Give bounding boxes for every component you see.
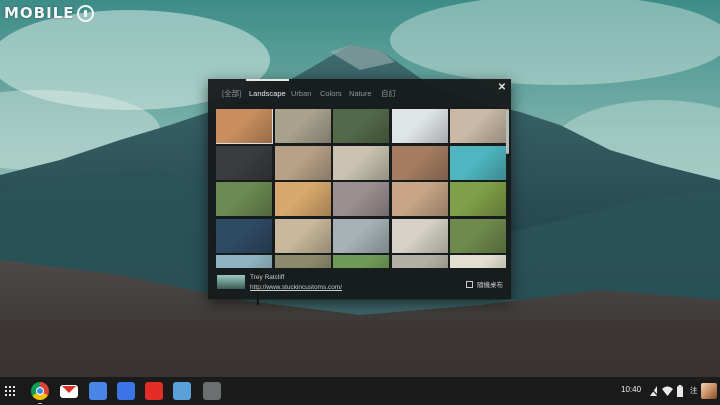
- random-wallpaper-checkbox[interactable]: [466, 281, 473, 288]
- wallpaper-thumbnail[interactable]: [391, 182, 448, 216]
- wallpaper-picker-dialog: [全部] Landscape Urban Colors Nature 自訂 ✕ …: [208, 79, 511, 299]
- tab-all[interactable]: [全部]: [222, 79, 241, 109]
- wallpaper-thumbnail[interactable]: [333, 109, 389, 143]
- docs-app-icon[interactable]: [117, 382, 135, 400]
- watermark-text: MOBILE: [4, 4, 75, 22]
- tab-colors[interactable]: Colors: [320, 79, 342, 109]
- wallpaper-thumbnail[interactable]: [391, 255, 448, 268]
- wallpaper-thumbnail[interactable]: [333, 182, 389, 216]
- wallpaper-thumbnail[interactable]: [450, 145, 506, 180]
- current-wallpaper-thumbnail: [217, 275, 245, 289]
- wallpaper-thumbnail-grid: [216, 109, 506, 268]
- close-icon[interactable]: ✕: [497, 82, 507, 94]
- wallpaper-thumbnail[interactable]: [216, 255, 272, 268]
- chrome-app-icon[interactable]: [31, 382, 49, 404]
- wallpaper-thumbnail[interactable]: [274, 182, 331, 216]
- wallpaper-thumbnail[interactable]: [391, 145, 448, 180]
- random-wallpaper-label: 隨機桌布: [477, 282, 503, 289]
- thumbnail-scrollbar[interactable]: [506, 109, 510, 269]
- wallpaper-thumbnail[interactable]: [333, 218, 389, 253]
- wifi-icon[interactable]: [662, 385, 673, 397]
- mobile01-logo-icon: [76, 4, 94, 22]
- wallpaper-thumbnail[interactable]: [391, 218, 448, 253]
- battery-icon[interactable]: [677, 385, 683, 397]
- wallpaper-thumbnail[interactable]: [274, 255, 331, 268]
- tab-nature[interactable]: Nature: [349, 79, 372, 109]
- wallpaper-thumbnail[interactable]: [450, 218, 506, 253]
- tab-landscape[interactable]: Landscape: [246, 79, 289, 109]
- gmail-app-icon[interactable]: [60, 385, 78, 398]
- wallpaper-thumbnail[interactable]: [274, 109, 331, 143]
- status-tray[interactable]: 10:40 注: [616, 377, 720, 405]
- wallpaper-thumbnail[interactable]: [391, 109, 448, 143]
- settings-app-icon[interactable]: [203, 382, 221, 400]
- wallpaper-thumbnail[interactable]: [274, 218, 331, 253]
- author-name: Trey Ratcliff: [250, 274, 285, 281]
- wallpaper-thumbnail[interactable]: [274, 145, 331, 180]
- google-search-app-icon[interactable]: [89, 382, 107, 400]
- wallpaper-thumbnail[interactable]: [333, 145, 389, 180]
- wallpaper-thumbnail[interactable]: [450, 182, 506, 216]
- tab-custom[interactable]: 自訂: [381, 79, 396, 109]
- wallpaper-credit-footer: Trey Ratcliff http://www.stuckincustoms.…: [208, 269, 511, 299]
- shelf-taskbar: [0, 377, 720, 405]
- user-avatar[interactable]: [701, 383, 717, 399]
- wallpaper-thumbnail[interactable]: [333, 255, 389, 268]
- tab-urban[interactable]: Urban: [291, 79, 311, 109]
- category-tabs: [全部] Landscape Urban Colors Nature 自訂: [208, 79, 511, 109]
- input-method-indicator[interactable]: 注: [690, 385, 698, 396]
- app-launcher-icon[interactable]: [5, 386, 15, 396]
- wallpaper-thumbnail[interactable]: [450, 109, 506, 143]
- no-network-icon[interactable]: [649, 385, 658, 397]
- files-app-icon[interactable]: [173, 382, 191, 400]
- wallpaper-thumbnail[interactable]: [450, 255, 506, 268]
- youtube-app-icon[interactable]: [145, 382, 163, 400]
- clock[interactable]: 10:40: [621, 385, 641, 394]
- wallpaper-thumbnail[interactable]: [216, 182, 272, 216]
- wallpaper-thumbnail[interactable]: [216, 109, 273, 144]
- author-link[interactable]: http://www.stuckincustoms.com/: [250, 284, 342, 291]
- mobile01-watermark-logo: MOBILE: [4, 2, 94, 24]
- wallpaper-thumbnail[interactable]: [216, 145, 272, 180]
- scrollbar-thumb[interactable]: [506, 109, 509, 154]
- wallpaper-thumbnail[interactable]: [216, 218, 272, 253]
